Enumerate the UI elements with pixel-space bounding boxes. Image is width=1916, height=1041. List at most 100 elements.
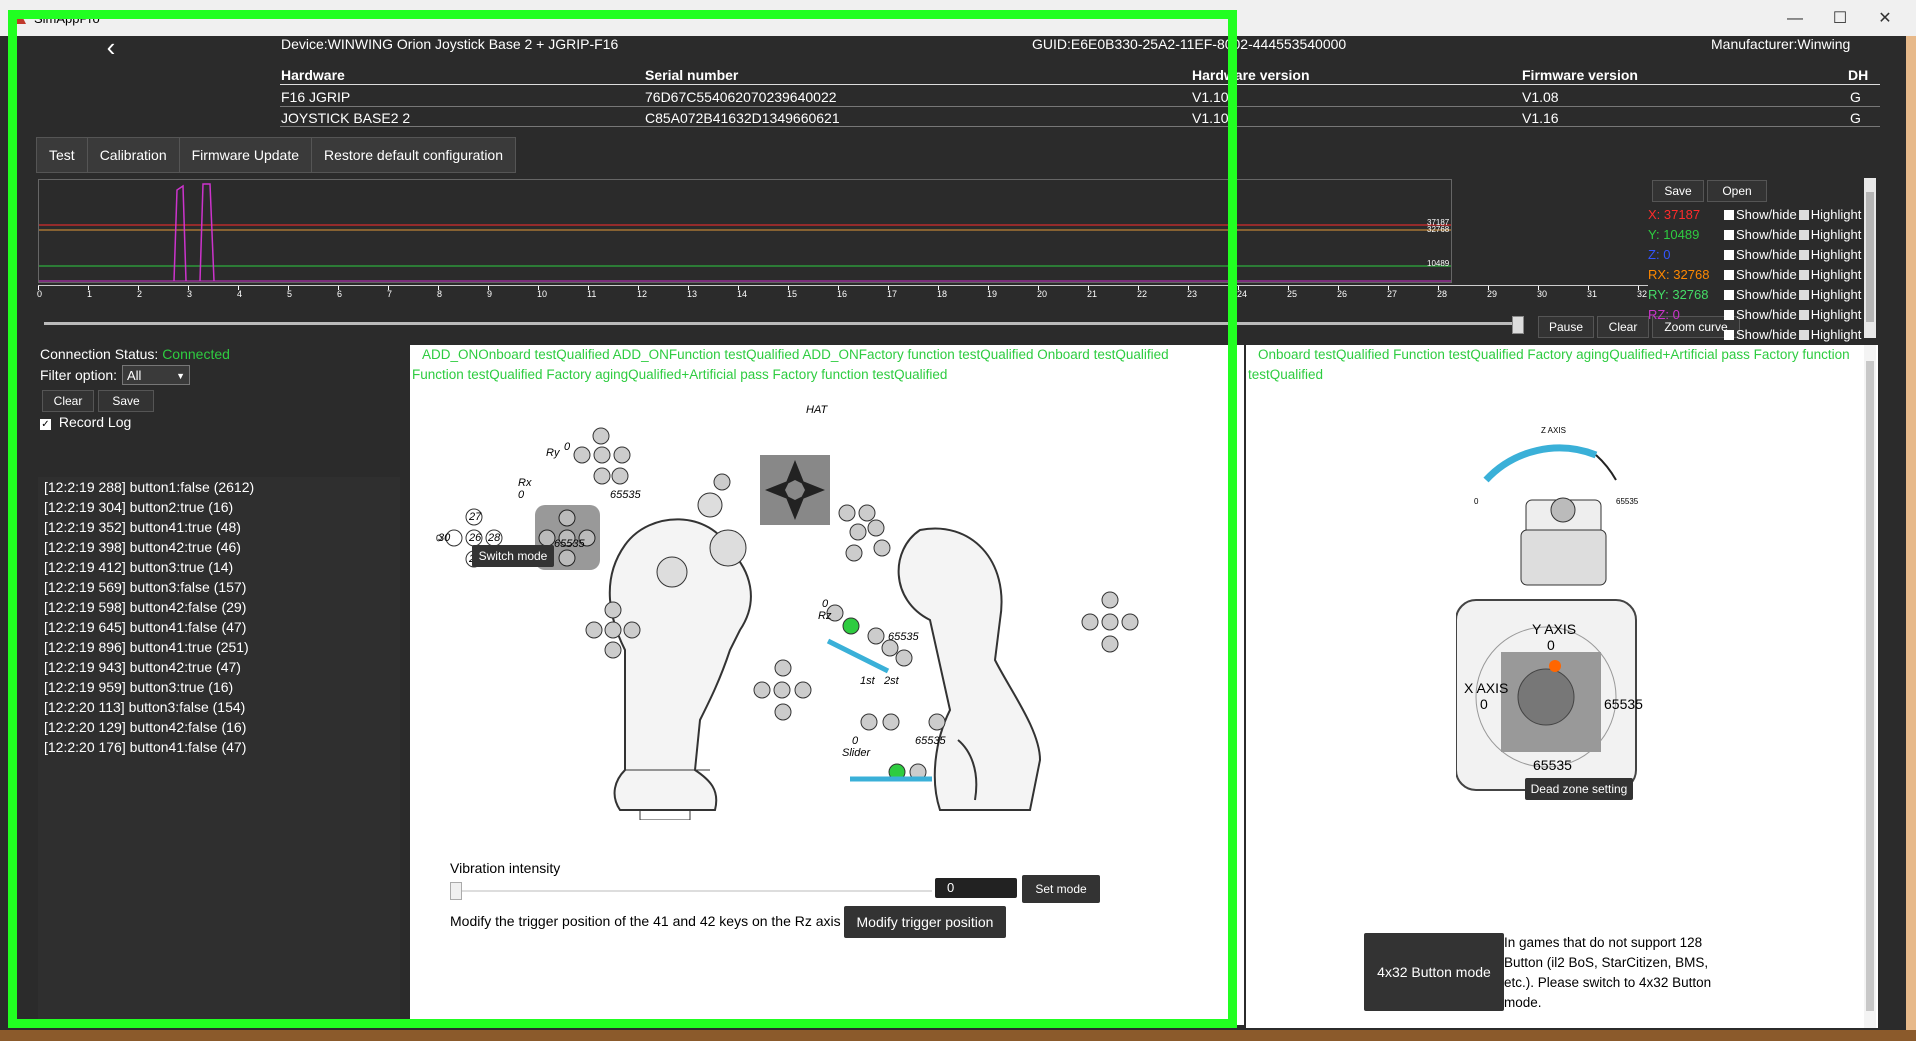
legend-row: Show/hide Highlight: [1648, 325, 1863, 345]
app-logo-icon: [14, 12, 26, 24]
ruler-tick: [588, 286, 589, 290]
device-guid: GUID:E6E0B330-25A2-11EF-8002-44455354000…: [1032, 36, 1347, 52]
ruler-tick: [1488, 286, 1489, 290]
rx-label: Rx: [518, 477, 532, 489]
close-button[interactable]: ✕: [1863, 6, 1907, 32]
timeline-slider-track[interactable]: [44, 322, 1522, 325]
vibration-slider-track[interactable]: [452, 890, 932, 892]
timeline-slider-thumb[interactable]: [1512, 316, 1524, 334]
log-entry: [12:2:20 113] button3:false (154): [44, 699, 246, 715]
x-axis-label: X AXIS: [1464, 680, 1509, 696]
slider-label: Slider: [842, 747, 871, 759]
show-hide-checkbox[interactable]: [1724, 330, 1734, 340]
dead-zone-button[interactable]: Dead zone setting: [1525, 778, 1633, 800]
ruler-tick-label: 22: [1137, 289, 1148, 299]
ruler-tick: [1438, 286, 1439, 290]
back-arrow-icon[interactable]: ‹: [96, 32, 126, 62]
graph-clear-button[interactable]: Clear: [1597, 316, 1649, 338]
maximize-button[interactable]: ☐: [1818, 6, 1862, 32]
show-hide-label: Show/hide: [1736, 307, 1797, 322]
chevron-down-icon: ▼: [176, 371, 185, 381]
show-hide-checkbox[interactable]: [1724, 210, 1734, 220]
filter-select[interactable]: All ▼: [122, 365, 190, 385]
button-mode-button[interactable]: 4x32 Button mode: [1364, 933, 1504, 1011]
ruler-tick: [338, 286, 339, 290]
graph-open-button[interactable]: Open: [1707, 180, 1767, 202]
ruler-tick: [1038, 286, 1039, 290]
table-cell: G: [1850, 89, 1861, 105]
minimize-button[interactable]: —: [1773, 6, 1817, 32]
show-hide-label: Show/hide: [1736, 227, 1797, 242]
show-hide-checkbox[interactable]: [1724, 310, 1734, 320]
show-hide-label: Show/hide: [1736, 267, 1797, 282]
legend-axis-value: X: 37187: [1648, 205, 1724, 225]
legend-value: 37187: [1663, 207, 1701, 222]
checkbox-checked-icon[interactable]: ✓: [40, 419, 51, 430]
tab-firmware-update[interactable]: Firmware Update: [180, 138, 312, 172]
rz-label: Rz: [818, 610, 832, 622]
rx-max-label: 65535: [610, 489, 641, 501]
axis-graph-plot: [39, 183, 1451, 282]
ry-max-label: 65535: [554, 538, 585, 550]
table-cell: JOYSTICK BASE2 2: [281, 110, 411, 126]
ruler-tick: [738, 286, 739, 290]
highlight-checkbox[interactable]: [1798, 230, 1809, 240]
show-hide-label: Show/hide: [1736, 287, 1797, 302]
highlight-checkbox[interactable]: [1798, 290, 1809, 300]
ruler-tick-label: 24: [1237, 289, 1248, 299]
legend-axis-value: RX: 32768: [1648, 265, 1724, 285]
tab-calibration[interactable]: Calibration: [88, 138, 180, 172]
table-cell: V1.16: [1522, 110, 1559, 126]
ruler-tick: [238, 286, 239, 290]
show-hide-checkbox[interactable]: [1724, 270, 1734, 280]
set-mode-button[interactable]: Set mode: [1022, 875, 1100, 903]
log-entry: [12:2:20 129] button42:false (16): [44, 719, 247, 735]
hat-button-label: 28: [488, 532, 501, 544]
ruler-tick: [538, 286, 539, 290]
table-cell: V1.08: [1522, 89, 1559, 105]
highlight-checkbox[interactable]: [1798, 250, 1809, 260]
y-axis-max-label: 65535: [1533, 757, 1572, 773]
log-entry: [12:2:19 288] button1:false (2612): [44, 479, 255, 495]
legend-axis-value: RZ: 0: [1648, 305, 1724, 325]
record-log-label: Record Log: [58, 414, 132, 430]
graph-save-button[interactable]: Save: [1652, 180, 1704, 202]
hat-button-label: 26: [469, 532, 482, 544]
vibration-slider-thumb[interactable]: [450, 882, 462, 900]
highlight-checkbox[interactable]: [1798, 310, 1809, 320]
ruler-tick: [438, 286, 439, 290]
legend-value: 32768: [1673, 267, 1710, 282]
highlight-checkbox[interactable]: [1798, 270, 1809, 280]
show-hide-label: Show/hide: [1736, 327, 1797, 342]
switch-mode-button[interactable]: Switch mode: [472, 545, 554, 567]
record-log-toggle[interactable]: ✓ Record Log: [40, 414, 131, 430]
modify-trigger-button[interactable]: Modify trigger position: [844, 906, 1006, 938]
grip-panel-scrollbar[interactable]: [1232, 345, 1244, 1025]
legend-axis-name: Z:: [1648, 247, 1660, 262]
timeline-ruler: 0 1 2 3 4 5 6 7 8 9 10 11 12 13 14 15 16 17 18 19 20 21 22 23 24…: [37, 285, 1648, 304]
legend-scrollbar[interactable]: [1864, 178, 1876, 338]
pause-button[interactable]: Pause: [1538, 316, 1594, 338]
tab-restore-default[interactable]: Restore default configuration: [312, 138, 515, 172]
base-panel-scrollbar[interactable]: [1864, 345, 1876, 1028]
highlight-checkbox[interactable]: [1798, 330, 1809, 340]
log-clear-button[interactable]: Clear: [42, 390, 94, 412]
log-entry: [12:2:19 645] button41:false (47): [44, 619, 247, 635]
ruler-tick: [1288, 286, 1289, 290]
ruler-tick-label: 26: [1337, 289, 1348, 299]
tab-test[interactable]: Test: [37, 138, 88, 172]
log-save-button[interactable]: Save: [98, 390, 154, 412]
legend-axis-value: Z: 0: [1648, 245, 1724, 265]
slider-min-label: 0: [852, 735, 859, 747]
legend-value: 10489: [1663, 227, 1700, 242]
show-hide-checkbox[interactable]: [1724, 290, 1734, 300]
show-hide-checkbox[interactable]: [1724, 250, 1734, 260]
table-cell: 76D67C554062070239640022: [645, 89, 837, 105]
connection-value: Connected: [162, 346, 230, 362]
vibration-value[interactable]: 0: [935, 878, 1017, 898]
legend-axis-name: Y:: [1648, 227, 1660, 242]
ruler-tick-label: 12: [637, 289, 648, 299]
ruler-tick: [188, 286, 189, 290]
highlight-checkbox[interactable]: [1798, 210, 1809, 220]
show-hide-checkbox[interactable]: [1724, 230, 1734, 240]
